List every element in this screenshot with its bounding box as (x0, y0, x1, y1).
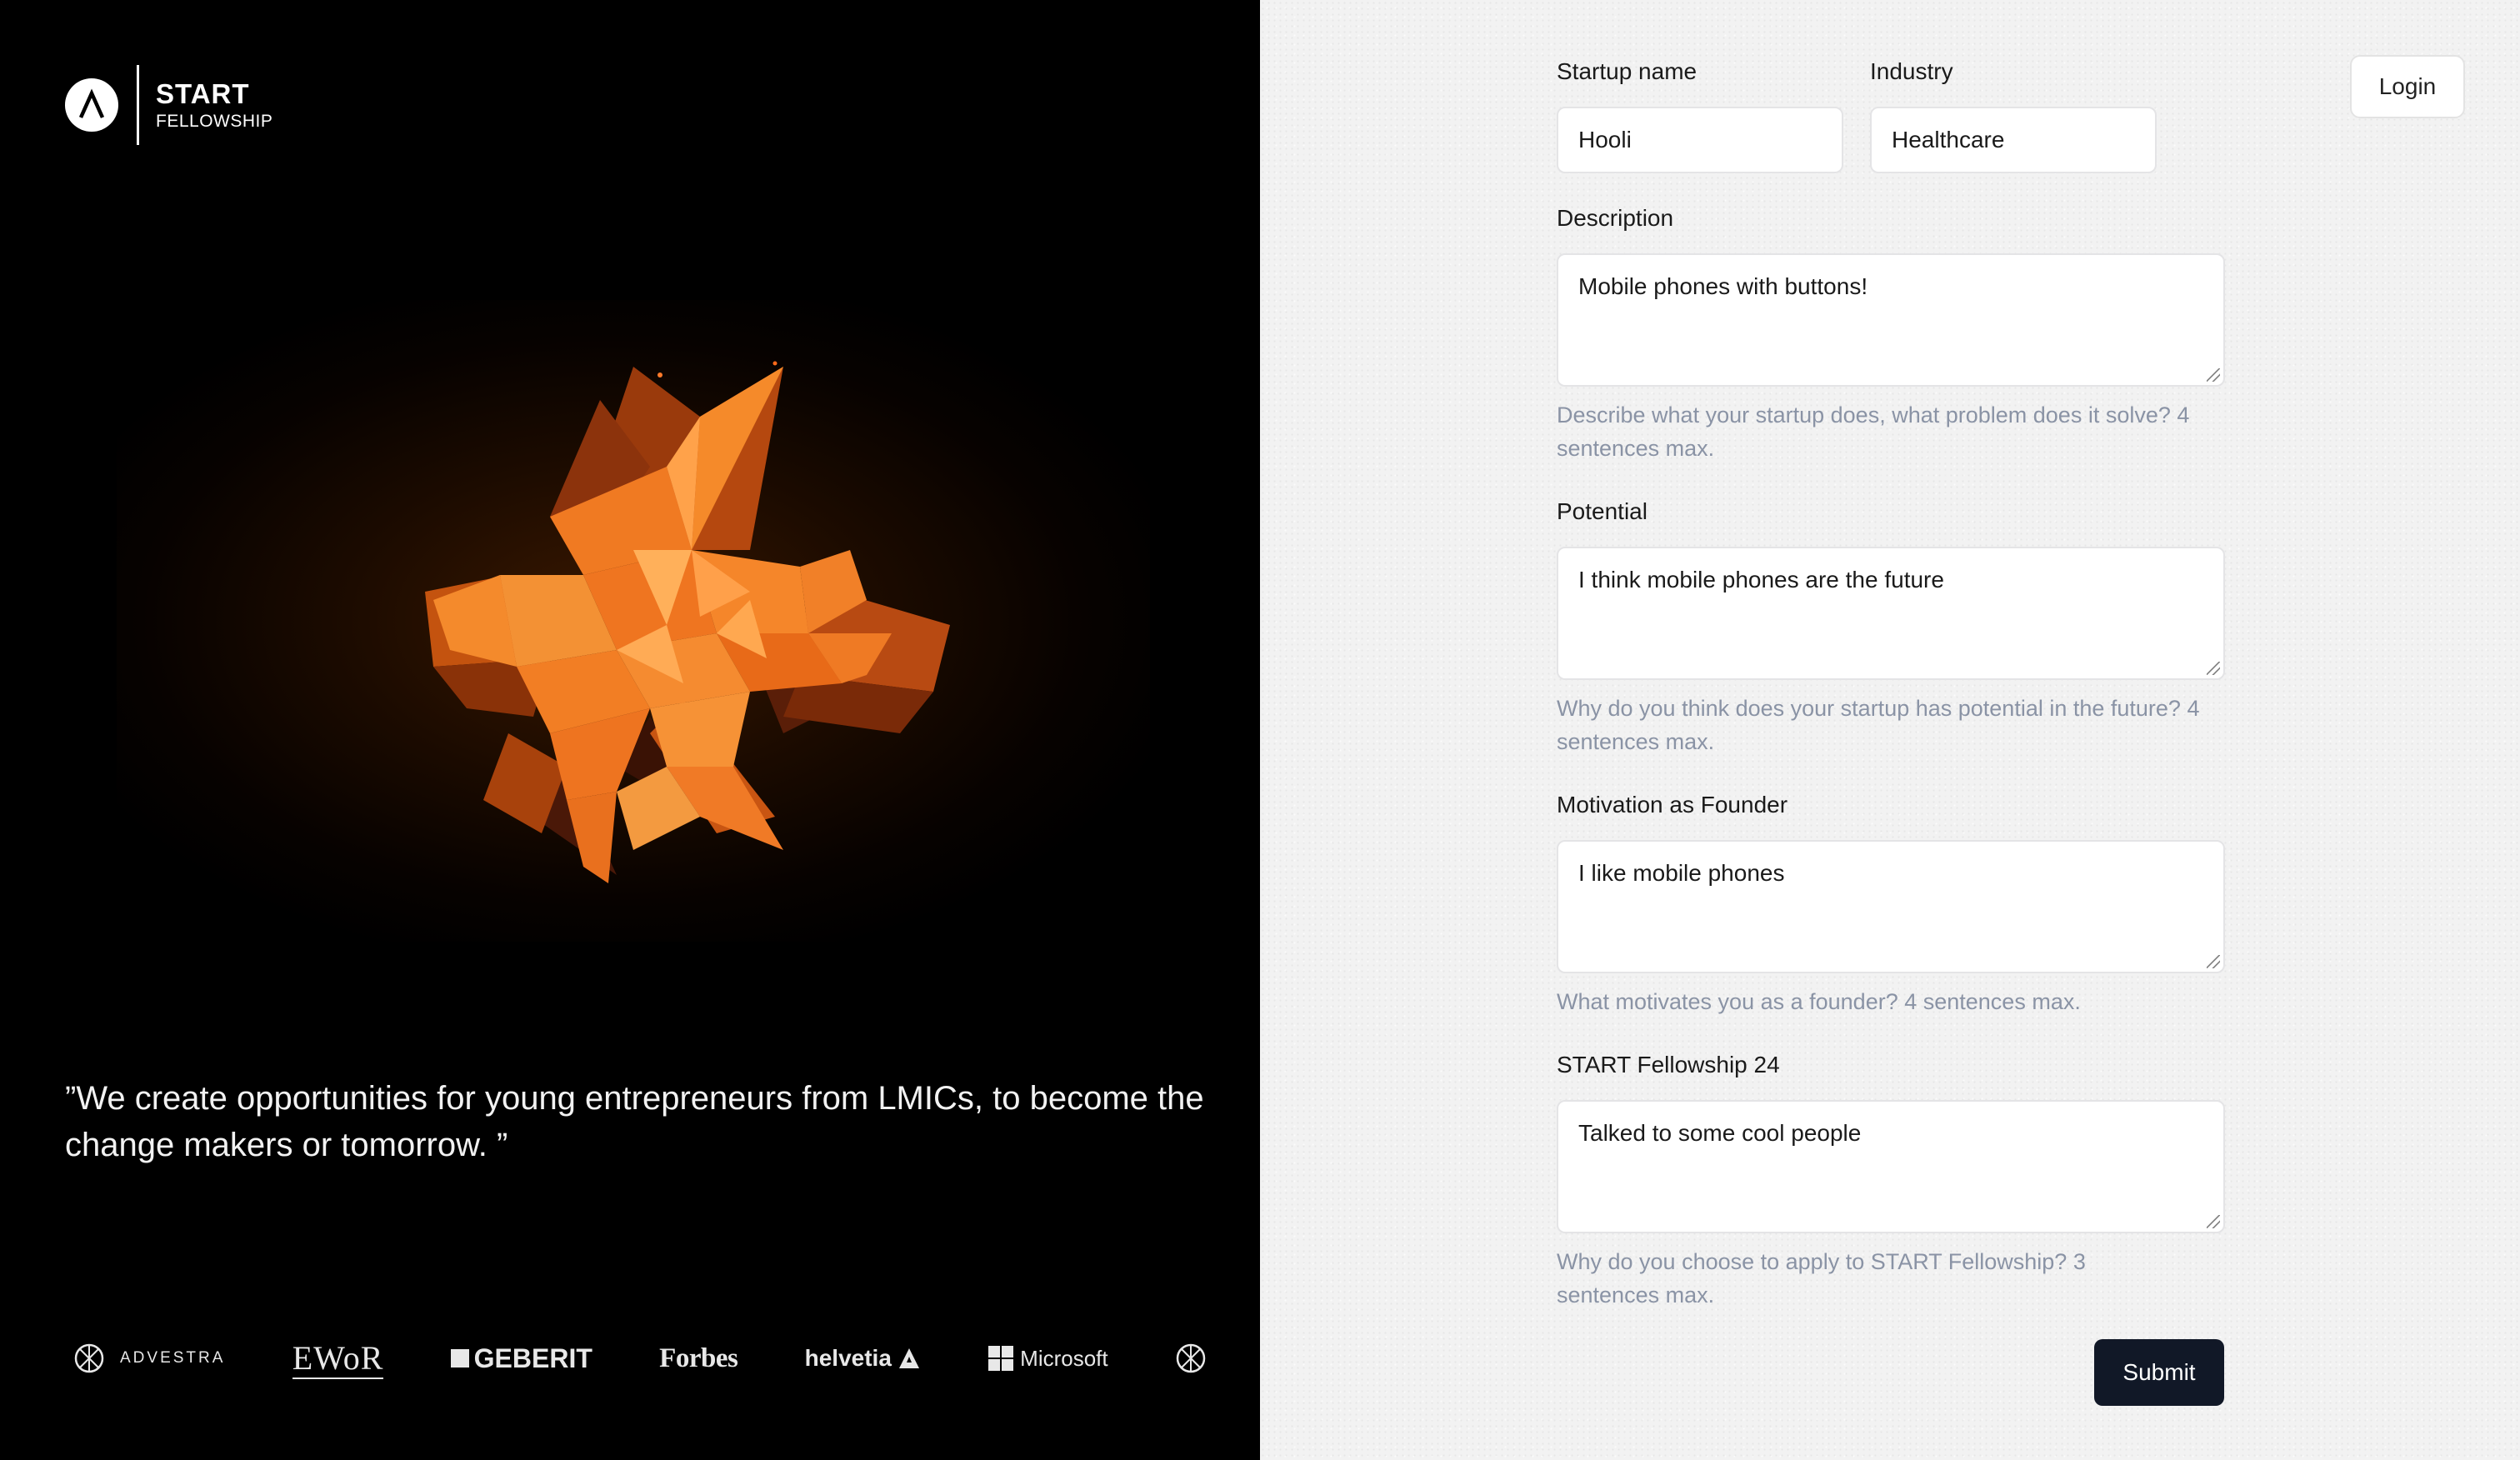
motivation-hint: What motivates you as a founder? 4 sente… (1557, 989, 2081, 1014)
microsoft-label: Microsoft (1020, 1345, 1108, 1371)
fellowship-textarea[interactable]: Talked to some cool people (1557, 1100, 2225, 1233)
partner-forbes: Forbes (659, 1343, 738, 1374)
logo-subtitle: FELLOWSHIP (156, 112, 273, 131)
description-textarea[interactable]: Mobile phones with buttons! (1557, 253, 2225, 387)
industry-input[interactable]: Healthcare (1870, 107, 2157, 173)
brand-panel: START FELLOWSHIP ”We create opportunitie… (0, 0, 1260, 1460)
login-button[interactable]: Login (2350, 55, 2465, 118)
hero-polygon-sculpture (425, 361, 950, 883)
advestra-label: ADVESTRA (120, 1349, 226, 1367)
submit-button[interactable]: Submit (2094, 1339, 2224, 1406)
partner-advestra: ADVESTRA (73, 1342, 225, 1374)
advestra-logo-icon (74, 1343, 104, 1373)
microsoft-logo-icon (988, 1346, 1014, 1371)
potential-hint: Why do you think does your startup has p… (1557, 696, 2200, 754)
ewor-label: EWoR (292, 1338, 384, 1379)
hero-image (117, 300, 1150, 942)
partner-ewor: EWoR (292, 1338, 384, 1379)
resize-handle-icon[interactable] (2207, 368, 2220, 382)
helvetia-label: helvetia (804, 1345, 892, 1371)
potential-value: I think mobile phones are the future (1578, 567, 1944, 592)
fellowship-value: Talked to some cool people (1578, 1120, 1862, 1146)
motivation-value: I like mobile phones (1578, 860, 1785, 886)
motivation-textarea[interactable]: I like mobile phones (1557, 840, 2225, 973)
description-hint: Describe what your startup does, what pr… (1557, 402, 2190, 461)
helvetia-triangle-icon (898, 1348, 919, 1368)
startup-name-label: Startup name (1557, 58, 1698, 84)
resize-handle-icon[interactable] (2207, 662, 2220, 675)
geberit-label: GEBERIT (473, 1342, 592, 1373)
description-label: Description (1557, 205, 1674, 231)
partner-microsoft: Microsoft (988, 1346, 1108, 1372)
geberit-square-icon (450, 1349, 469, 1368)
partner-logos: ADVESTRA EWoR GEBERIT Forbes helvetia Mi… (73, 1329, 1207, 1388)
potential-label: Potential (1557, 498, 1648, 524)
advestra-logo-icon (1176, 1343, 1206, 1373)
fellowship-hint: Why do you choose to apply to START Fell… (1557, 1249, 2086, 1308)
start-logo-icon (65, 78, 118, 132)
resize-handle-icon[interactable] (2207, 955, 2220, 968)
mission-quote: ”We create opportunities for young entre… (65, 1080, 1204, 1163)
start-fellowship-logo[interactable]: START FELLOWSHIP (65, 65, 272, 145)
industry-label: Industry (1870, 58, 1953, 84)
fellowship-label: START Fellowship 24 (1557, 1052, 1780, 1078)
application-panel: Login Startup name Hooli Industry Health… (1260, 0, 2520, 1460)
partner-advestra-repeat (1175, 1342, 1207, 1374)
logo-title: START (156, 78, 250, 109)
logo-divider (137, 65, 139, 145)
startup-name-input[interactable]: Hooli (1557, 107, 1843, 173)
resize-handle-icon[interactable] (2207, 1215, 2220, 1228)
motivation-label: Motivation as Founder (1557, 792, 1788, 818)
potential-textarea[interactable]: I think mobile phones are the future (1557, 547, 2225, 680)
partner-geberit: GEBERIT (450, 1342, 592, 1374)
partner-helvetia: helvetia (805, 1345, 922, 1372)
description-value: Mobile phones with buttons! (1578, 273, 1868, 299)
forbes-label: Forbes (659, 1342, 738, 1373)
